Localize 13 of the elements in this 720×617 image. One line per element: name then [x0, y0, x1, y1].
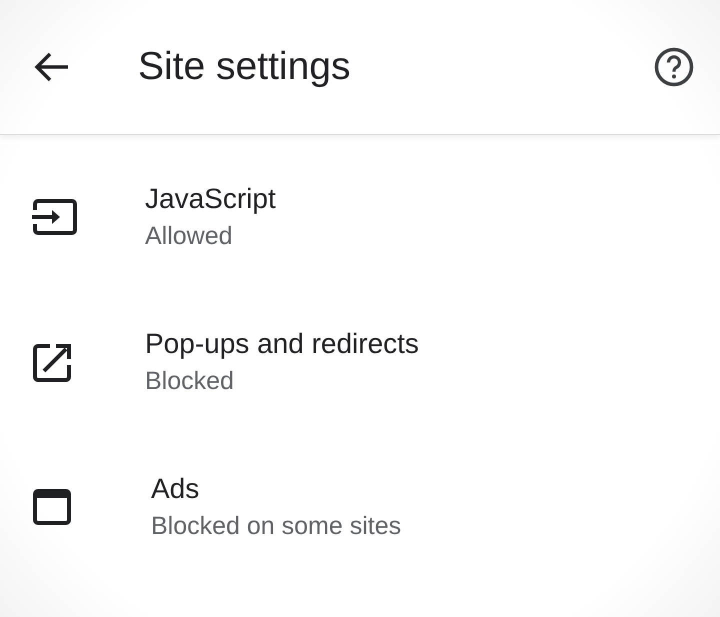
- setting-status: Blocked: [145, 366, 235, 398]
- settings-item[interactable]: JavaScript Allowed: [0, 145, 720, 290]
- help-button[interactable]: [654, 47, 694, 87]
- login-icon: [32, 198, 78, 238]
- back-button[interactable]: [34, 52, 70, 82]
- setting-title: JavaScript: [145, 182, 276, 216]
- setting-status: Allowed: [145, 221, 234, 252]
- settings-item[interactable]: Pop-ups and redirects Blocked: [0, 290, 720, 435]
- setting-status: Blocked on some sites: [151, 511, 402, 542]
- settings-item[interactable]: Ads Blocked on some sites: [0, 435, 720, 580]
- page-title: Site settings: [138, 44, 352, 90]
- setting-title: Pop-ups and redirects: [145, 327, 419, 362]
- setting-title: Ads: [151, 472, 200, 506]
